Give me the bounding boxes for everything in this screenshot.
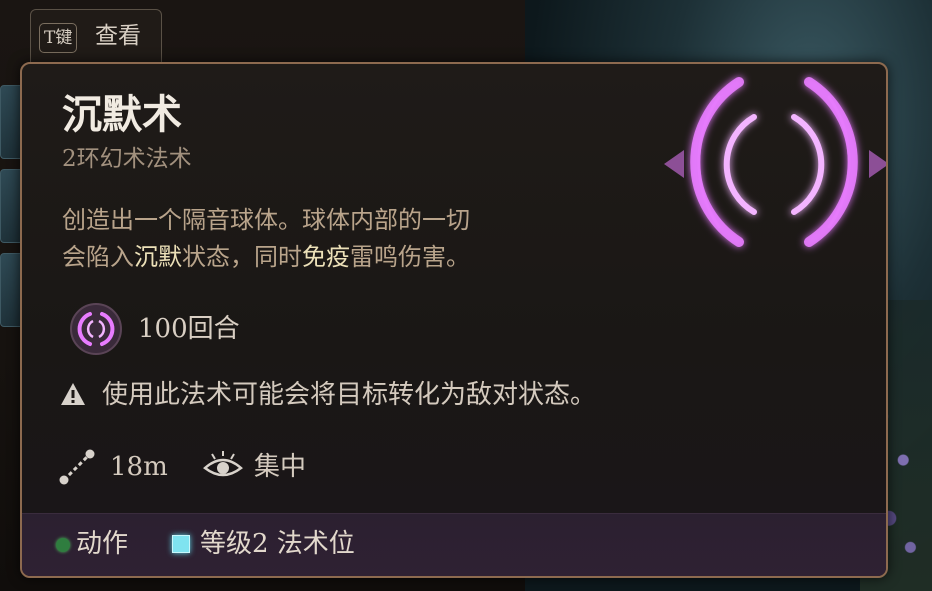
description-text: 雷鸣伤害。	[350, 243, 470, 271]
concentration-label[interactable]: 集中	[254, 450, 306, 484]
spell-school: 2环幻术法术	[62, 146, 192, 172]
spell-slot-label: 等级2 法术位	[200, 529, 355, 559]
warning-triangle-icon	[61, 383, 85, 405]
background-hotbar-slots	[0, 85, 24, 327]
spell-name: 沉默术	[62, 91, 182, 138]
concentration-eye-icon[interactable]	[202, 450, 244, 484]
hostility-warning: 使用此法术可能会将目标转化为敌对状态。	[102, 380, 597, 410]
description-text: 状态，同时	[182, 243, 302, 271]
action-icon	[56, 538, 70, 552]
range-dotted-line-icon	[59, 449, 95, 485]
silence-spell-icon	[70, 303, 122, 355]
tooltip-footer: 动作 等级2 法术位	[22, 513, 886, 576]
range-value: 18m	[110, 452, 168, 482]
duration-value: 100回合	[138, 314, 240, 344]
cost-row: 动作 等级2 法术位	[56, 526, 556, 562]
spell-slot-icon	[172, 535, 190, 553]
description-text: 会陷入	[62, 243, 134, 271]
examine-hint[interactable]: T键 查看	[30, 9, 162, 63]
examine-label: 查看	[95, 23, 141, 49]
description-text: 创造出一个隔音球体。球体内部的一切	[62, 206, 470, 234]
keyword-silenced[interactable]: 沉默	[134, 243, 182, 271]
action-label: 动作	[76, 529, 129, 559]
spell-tooltip: 动作 等级2 法术位 沉默术 2环幻术法术 创造出一个隔音球体。球体内部的一切会…	[20, 62, 888, 578]
spell-stats-row: 18m 集中	[58, 446, 458, 486]
hotkey-badge: T键	[39, 23, 78, 53]
silence-sphere-icon	[664, 77, 886, 247]
keyword-immune[interactable]: 免疫	[302, 243, 350, 271]
spell-description: 创造出一个隔音球体。球体内部的一切 会陷入沉默状态，同时免疫雷鸣伤害。	[62, 202, 662, 276]
